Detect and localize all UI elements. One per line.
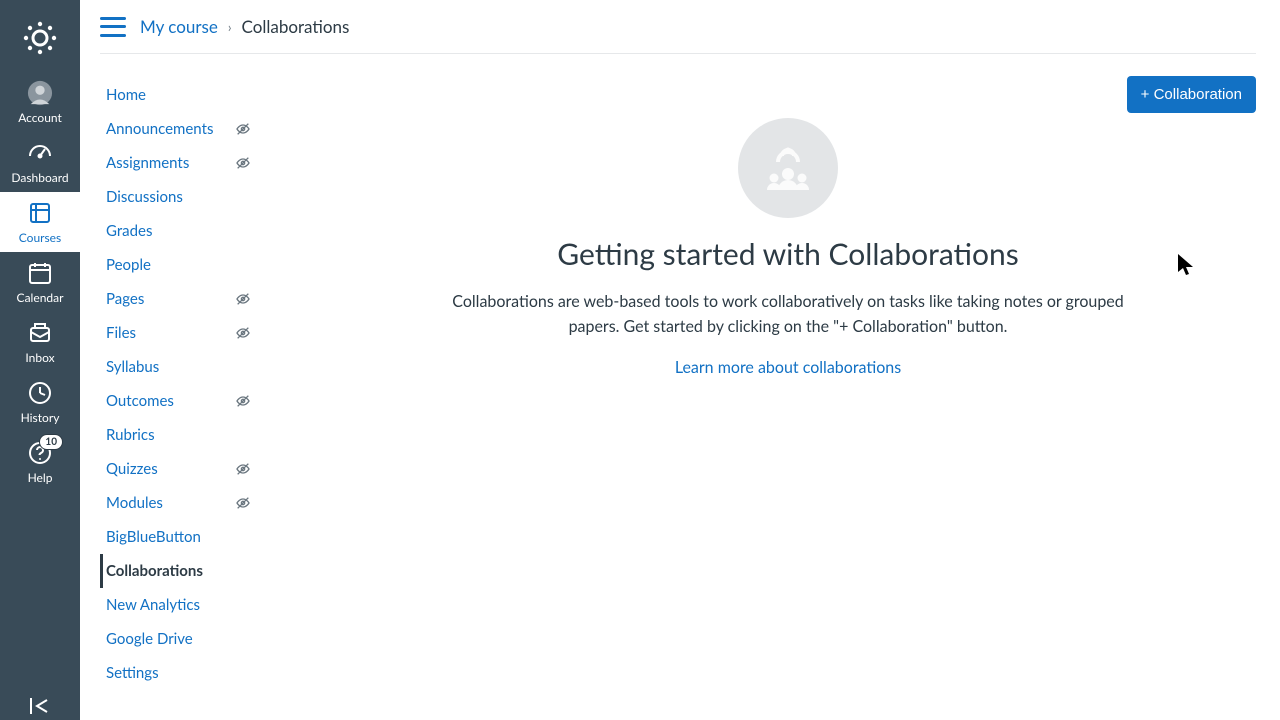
nav-inbox[interactable]: Inbox [0, 312, 80, 372]
empty-state-description: Collaborations are web-based tools to wo… [438, 290, 1138, 340]
breadcrumb-separator-icon: › [228, 19, 232, 35]
course-nav-link[interactable]: People [104, 248, 151, 282]
course-nav-link[interactable]: Syllabus [104, 350, 159, 384]
empty-state-title: Getting started with Collaborations [438, 236, 1138, 272]
nav-label: Help [28, 470, 53, 485]
course-nav: HomeAnnouncementsAssignmentsDiscussionsG… [100, 54, 280, 720]
collapse-nav-button[interactable] [0, 696, 80, 716]
dashboard-icon [27, 140, 53, 166]
course-nav-link[interactable]: Settings [104, 656, 159, 690]
course-nav-link[interactable]: Outcomes [104, 384, 174, 418]
course-nav-item[interactable]: Announcements [100, 112, 280, 146]
breadcrumb: My course › Collaborations [140, 16, 349, 37]
nav-label: Calendar [17, 290, 64, 305]
course-nav-item[interactable]: Quizzes [100, 452, 280, 486]
nav-label: History [21, 410, 60, 425]
course-nav-item[interactable]: Rubrics [100, 418, 280, 452]
global-nav: Account Dashboard Courses Calendar Inbox [0, 0, 80, 720]
brand-logo[interactable] [18, 16, 62, 60]
course-nav-link[interactable]: BigBlueButton [104, 520, 201, 554]
inbox-icon [27, 320, 53, 346]
course-nav-link[interactable]: Discussions [104, 180, 183, 214]
main-panel: + Collaboration Getting sta [280, 54, 1256, 720]
course-nav-link[interactable]: Files [104, 316, 136, 350]
nav-label: Account [18, 110, 62, 125]
mouse-cursor-icon [1176, 252, 1196, 278]
hidden-eye-icon [235, 461, 251, 477]
course-nav-link[interactable]: Assignments [104, 146, 189, 180]
nav-dashboard[interactable]: Dashboard [0, 132, 80, 192]
course-nav-item[interactable]: Discussions [100, 180, 280, 214]
nav-label: Dashboard [11, 170, 68, 185]
nav-courses[interactable]: Courses [0, 192, 80, 252]
help-badge: 10 [39, 434, 63, 450]
course-nav-item[interactable]: Collaborations [100, 554, 280, 588]
course-nav-link[interactable]: Grades [104, 214, 152, 248]
calendar-icon [27, 260, 53, 286]
course-nav-link[interactable]: Google Drive [104, 622, 193, 656]
canvas-logo-icon [20, 18, 60, 58]
course-nav-item[interactable]: Pages [100, 282, 280, 316]
nav-account[interactable]: Account [0, 72, 80, 132]
nav-history[interactable]: History [0, 372, 80, 432]
nav-help[interactable]: 10 Help [0, 432, 80, 492]
course-nav-item[interactable]: People [100, 248, 280, 282]
user-avatar-icon [27, 80, 53, 106]
collaborations-empty-icon [738, 118, 838, 218]
courses-icon [27, 200, 53, 226]
course-nav-link[interactable]: Collaborations [104, 554, 203, 588]
course-menu-toggle[interactable] [100, 17, 126, 37]
history-icon [27, 380, 53, 406]
nav-label: Courses [19, 230, 61, 245]
course-nav-item[interactable]: Outcomes [100, 384, 280, 418]
empty-state: Getting started with Collaborations Coll… [438, 118, 1138, 377]
hidden-eye-icon [235, 495, 251, 511]
course-nav-link[interactable]: Pages [104, 282, 144, 316]
course-nav-item[interactable]: New Analytics [100, 588, 280, 622]
help-icon: 10 [27, 440, 53, 466]
hidden-eye-icon [235, 393, 251, 409]
hidden-eye-icon [235, 291, 251, 307]
nav-label: Inbox [25, 350, 54, 365]
nav-calendar[interactable]: Calendar [0, 252, 80, 312]
hidden-eye-icon [235, 121, 251, 137]
breadcrumb-current: Collaborations [242, 16, 350, 37]
course-nav-item[interactable]: Files [100, 316, 280, 350]
hidden-eye-icon [235, 155, 251, 171]
breadcrumb-course-link[interactable]: My course [140, 16, 218, 37]
course-nav-link[interactable]: Quizzes [104, 452, 158, 486]
course-nav-item[interactable]: Modules [100, 486, 280, 520]
learn-more-link[interactable]: Learn more about collaborations [675, 358, 901, 377]
course-nav-item[interactable]: Settings [100, 656, 280, 690]
content-area: My course › Collaborations HomeAnnouncem… [80, 0, 1280, 720]
collapse-icon [27, 696, 53, 716]
course-nav-item[interactable]: Assignments [100, 146, 280, 180]
course-nav-link[interactable]: Home [104, 78, 146, 112]
course-nav-link[interactable]: Modules [104, 486, 163, 520]
course-nav-item[interactable]: BigBlueButton [100, 520, 280, 554]
breadcrumb-row: My course › Collaborations [100, 16, 1256, 54]
app-root: Account Dashboard Courses Calendar Inbox [0, 0, 1280, 720]
course-nav-item[interactable]: Google Drive [100, 622, 280, 656]
course-nav-link[interactable]: New Analytics [104, 588, 200, 622]
course-nav-link[interactable]: Rubrics [104, 418, 155, 452]
course-nav-item[interactable]: Home [100, 78, 280, 112]
course-nav-link[interactable]: Announcements [104, 112, 213, 146]
course-nav-item[interactable]: Syllabus [100, 350, 280, 384]
page-body: HomeAnnouncementsAssignmentsDiscussionsG… [100, 54, 1256, 720]
hidden-eye-icon [235, 325, 251, 341]
add-collaboration-button[interactable]: + Collaboration [1127, 76, 1256, 113]
course-nav-item[interactable]: Grades [100, 214, 280, 248]
